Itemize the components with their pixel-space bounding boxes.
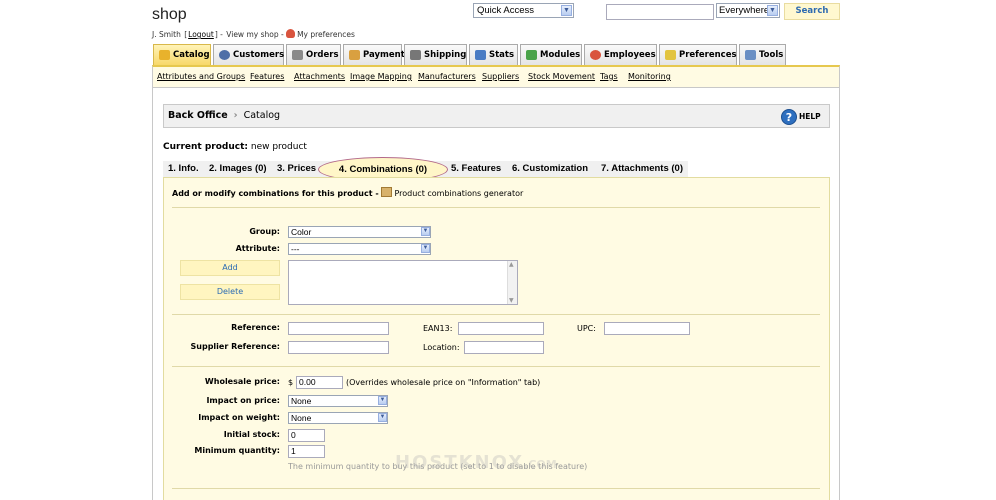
chevron-right-icon: › [233, 110, 238, 121]
search-button[interactable]: Search [784, 3, 840, 20]
ean13-input[interactable] [458, 322, 544, 335]
ean13-label: EAN13: [423, 324, 453, 333]
sub-tab-tags[interactable]: Tags [600, 72, 618, 81]
tab-prices[interactable]: 3. Prices [277, 161, 316, 177]
my-preferences-link[interactable]: My preferences [297, 30, 355, 39]
arrow-up-icon: ▲ [509, 261, 514, 268]
divider [172, 314, 820, 315]
tab-stats[interactable]: Stats [469, 44, 518, 65]
supplier-reference-label: Supplier Reference: [190, 342, 280, 351]
currency-symbol: $ [288, 378, 294, 387]
view-shop-link[interactable]: View my shop [226, 30, 278, 39]
chevron-down-icon: ▼ [421, 244, 430, 253]
shop-title: shop [152, 6, 187, 23]
puzzle-icon [526, 50, 537, 60]
user-icon [219, 50, 230, 60]
tab-info[interactable]: 1. Info. [168, 161, 199, 177]
scrollbar[interactable]: ▲ ▼ [507, 261, 517, 304]
attribute-list[interactable] [288, 260, 518, 305]
attribute-label: Attribute: [235, 244, 280, 253]
chevron-down-icon: ▼ [421, 227, 430, 236]
impact-price-label: Impact on price: [206, 396, 280, 405]
logout-link[interactable]: Logout [188, 30, 214, 39]
tab-customization[interactable]: 6. Customization [512, 161, 588, 177]
tab-tools[interactable]: Tools [739, 44, 786, 65]
panel-title: Add or modify combinations for this prod… [172, 187, 524, 198]
user-icon [286, 29, 296, 38]
folder-icon [159, 50, 170, 60]
location-label: Location: [423, 343, 460, 352]
group-select[interactable]: Color ▼ [288, 226, 431, 238]
combinations-generator-link[interactable]: Product combinations generator [394, 189, 523, 198]
breadcrumb-current: Catalog [243, 110, 281, 121]
tab-shipping[interactable]: Shipping [404, 44, 467, 65]
sub-tab-suppliers[interactable]: Suppliers [482, 72, 519, 81]
user-icon [590, 50, 601, 60]
money-icon [349, 50, 360, 60]
sub-tab-stock-movement[interactable]: Stock Movement [528, 72, 595, 81]
breadcrumb: Back Office › Catalog [163, 104, 830, 128]
wholesale-price-label: Wholesale price: [204, 377, 280, 386]
minimum-quantity-input[interactable]: 1 [288, 445, 325, 458]
tab-attachments[interactable]: 7. Attachments (0) [601, 161, 683, 177]
initial-stock-label: Initial stock: [223, 430, 280, 439]
impact-weight-label: Impact on weight: [198, 413, 280, 422]
attribute-select[interactable]: --- ▼ [288, 243, 431, 255]
divider [172, 207, 820, 208]
chevron-down-icon: ▼ [561, 5, 572, 16]
box-icon [381, 187, 393, 197]
divider [172, 488, 820, 489]
upc-label: UPC: [577, 324, 596, 333]
wholesale-note: (Overrides wholesale price on "Informati… [346, 378, 541, 387]
breadcrumb-root[interactable]: Back Office [168, 110, 228, 121]
group-label: Group: [249, 227, 280, 236]
search-scope-select[interactable]: Everywhere ▼ [716, 3, 780, 18]
cart-icon [292, 50, 303, 60]
tab-features[interactable]: 5. Features [451, 161, 501, 177]
sub-tab-attributes-groups[interactable]: Attributes and Groups [157, 72, 245, 81]
user-line: J. Smith [Logout] - View my shop - My pr… [152, 29, 355, 39]
chevron-down-icon: ▼ [378, 413, 387, 422]
chevron-down-icon: ▼ [767, 5, 778, 16]
minimum-quantity-label: Minimum quantity: [194, 446, 280, 455]
wholesale-price-input[interactable]: 0.00 [296, 376, 343, 389]
wrench-icon [745, 50, 756, 60]
arrow-down-icon: ▼ [509, 297, 514, 304]
user-name: J. Smith [152, 30, 181, 39]
chevron-down-icon: ▼ [378, 396, 387, 405]
search-input[interactable] [606, 4, 714, 20]
reference-label: Reference: [231, 323, 280, 332]
current-product: Current product: new product [163, 142, 307, 152]
tab-modules[interactable]: Modules [520, 44, 582, 65]
sub-tab-attachments[interactable]: Attachments [294, 72, 345, 81]
reference-input[interactable] [288, 322, 389, 335]
add-button[interactable]: Add [180, 260, 280, 276]
tab-customers[interactable]: Customers [213, 44, 284, 65]
impact-weight-select[interactable]: None ▼ [288, 412, 388, 424]
divider [172, 366, 820, 367]
help-icon: ? [781, 109, 797, 125]
truck-icon [410, 50, 421, 60]
initial-stock-input[interactable]: 0 [288, 429, 325, 442]
tab-payment[interactable]: Payment [343, 44, 405, 65]
tab-images[interactable]: 2. Images (0) [209, 161, 267, 177]
location-input[interactable] [464, 341, 544, 354]
pencil-icon [665, 50, 676, 60]
tab-orders[interactable]: Orders [286, 44, 341, 65]
upc-input[interactable] [604, 322, 690, 335]
help-button[interactable]: ? HELP [781, 108, 826, 125]
sub-tab-features[interactable]: Features [250, 72, 284, 81]
quick-access-select[interactable]: Quick Access ▼ [473, 3, 574, 18]
sub-tab-monitoring[interactable]: Monitoring [628, 72, 671, 81]
delete-button[interactable]: Delete [180, 284, 280, 300]
supplier-reference-input[interactable] [288, 341, 389, 354]
sub-tab-image-mapping[interactable]: Image Mapping [350, 72, 412, 81]
tab-employees[interactable]: Employees [584, 44, 657, 65]
tab-catalog[interactable]: Catalog [153, 44, 211, 65]
tab-preferences[interactable]: Preferences [659, 44, 737, 65]
sub-tab-manufacturers[interactable]: Manufacturers [418, 72, 476, 81]
impact-price-select[interactable]: None ▼ [288, 395, 388, 407]
chart-icon [475, 50, 486, 60]
watermark-logo: HOSTKNOX.COM [395, 452, 557, 473]
